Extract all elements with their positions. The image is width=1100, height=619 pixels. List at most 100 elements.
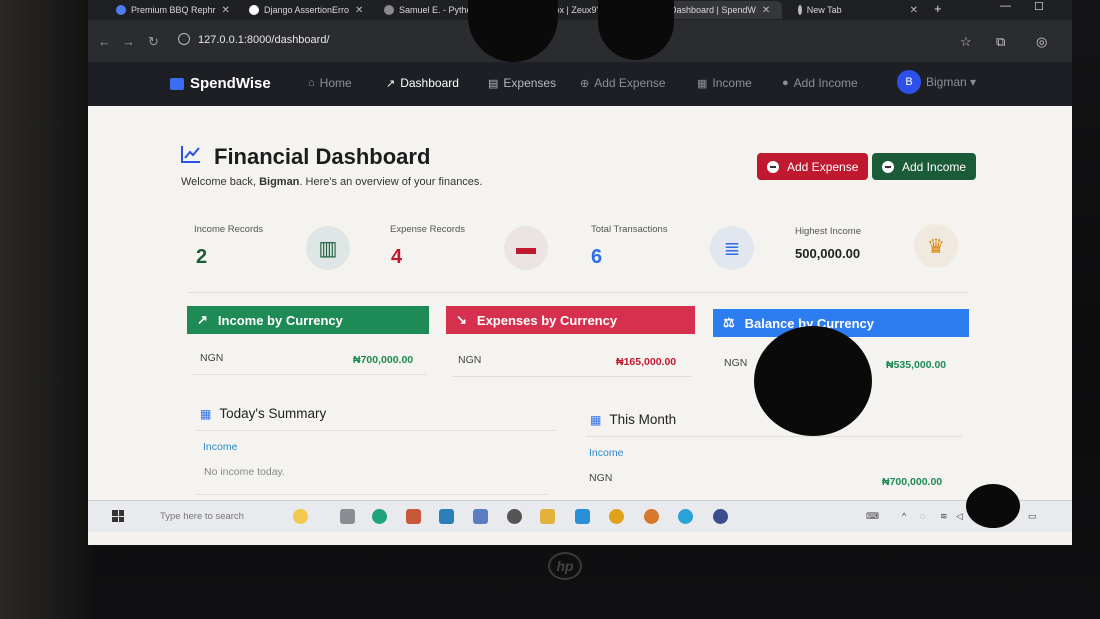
nav-add-expense[interactable]: ⊕ Add Expense xyxy=(580,76,666,90)
store-icon[interactable] xyxy=(439,509,454,524)
powerpoint-icon[interactable] xyxy=(406,509,421,524)
laptop-screen: Premium BBQ Rephr ✕ Django AssertionErro… xyxy=(88,0,1072,545)
divider xyxy=(586,436,962,437)
section-title: Today's Summary xyxy=(219,406,327,421)
plus-circle-icon: ⊕ xyxy=(580,77,590,90)
browser-tab[interactable]: Django AssertionErro ✕ xyxy=(243,1,373,19)
title-text: Financial Dashboard xyxy=(214,144,431,169)
trend-up-icon: ↗ xyxy=(197,312,208,327)
chevron-up-icon[interactable]: ^ xyxy=(902,511,906,521)
hp-logo: hp xyxy=(548,552,582,580)
add-income-label: Add Income xyxy=(902,159,967,174)
star-icon[interactable]: ☆ xyxy=(960,34,972,50)
building-icon: ▦ xyxy=(697,77,708,90)
volume-icon[interactable]: ◁ xyxy=(956,511,963,522)
occluding-blob xyxy=(754,326,872,436)
tab-favicon-icon xyxy=(116,5,126,15)
home-icon: ⌂ xyxy=(308,77,315,89)
welcome-prefix: Welcome back, xyxy=(181,176,256,188)
stat-label: Total Transactions xyxy=(591,224,668,235)
avatar[interactable]: B xyxy=(897,70,921,94)
receipt-icon: ≣ xyxy=(710,226,754,270)
page-title: Financial Dashboard xyxy=(180,144,430,170)
currency-code: NGN xyxy=(589,472,613,484)
currency-amount: ₦700,000.00 xyxy=(353,354,414,366)
panel-title: Expenses by Currency xyxy=(476,312,618,328)
tab-favicon-icon xyxy=(384,5,394,15)
brand-name: SpendWise xyxy=(190,75,271,92)
bezel-edge xyxy=(0,0,92,619)
extensions-icon[interactable]: ⧉ xyxy=(996,34,1005,50)
profile-icon[interactable]: ◎ xyxy=(1036,34,1047,50)
chrome-icon[interactable] xyxy=(609,509,624,524)
notification-icon[interactable]: ▭ xyxy=(1028,511,1037,522)
reload-icon[interactable]: ↻ xyxy=(148,34,159,50)
close-icon[interactable]: ✕ xyxy=(910,5,918,16)
browser-address-bar: ← → ↻ 127.0.0.1:8000/dashboard/ ☆ ⧉ ◎ xyxy=(88,20,1072,62)
copilot-icon[interactable] xyxy=(293,509,308,524)
expenses-by-currency-header: ↘ Expenses by Currency xyxy=(446,306,695,334)
url-field[interactable]: 127.0.0.1:8000/dashboard/ xyxy=(198,34,330,46)
stat-label: Income Records xyxy=(194,224,264,235)
vscode-icon[interactable] xyxy=(575,509,590,524)
network-icon[interactable]: ◌ xyxy=(920,511,925,521)
tab-title: New Tab xyxy=(806,5,842,15)
add-expense-button[interactable]: Add Expense xyxy=(757,153,869,180)
wifi-icon[interactable]: ≋ xyxy=(940,511,948,522)
nav-label: Dashboard xyxy=(400,76,459,90)
nav-home[interactable]: ⌂ Home xyxy=(308,76,352,90)
nav-income[interactable]: ▦ Income xyxy=(697,76,752,90)
close-icon[interactable]: ✕ xyxy=(762,5,770,16)
stat-value: 6 xyxy=(591,246,603,268)
browser-tab-strip: Premium BBQ Rephr ✕ Django AssertionErro… xyxy=(88,0,1072,20)
app-icon[interactable] xyxy=(713,509,728,524)
telegram-icon[interactable] xyxy=(678,509,693,524)
money-bills-icon: ▥ xyxy=(306,226,350,270)
brand[interactable]: SpendWise xyxy=(170,75,271,92)
close-icon[interactable]: ✕ xyxy=(355,5,363,16)
chart-line-icon: ↗ xyxy=(386,77,396,90)
user-menu[interactable]: Bigman ▾ xyxy=(926,75,976,89)
trend-down-icon: ↘ xyxy=(456,312,467,327)
firefox-icon[interactable] xyxy=(644,509,659,524)
add-income-button[interactable]: Add Income xyxy=(872,153,977,180)
file-explorer-icon[interactable] xyxy=(540,509,555,524)
forward-icon[interactable]: → xyxy=(122,34,135,49)
windows-start-icon[interactable] xyxy=(112,510,124,522)
user-plus-icon: ● xyxy=(782,77,789,89)
site-info-icon[interactable] xyxy=(178,33,190,45)
task-view-icon[interactable] xyxy=(340,509,355,524)
keyboard-icon[interactable]: ⌨ xyxy=(866,511,879,522)
tab-favicon-icon xyxy=(249,5,259,15)
nav-dashboard[interactable]: ↗ Dashboard xyxy=(386,76,459,90)
nav-label: Home xyxy=(319,76,352,90)
scale-icon: ⚖ xyxy=(723,315,735,330)
edge-icon[interactable] xyxy=(372,509,387,524)
currency-code: NGN xyxy=(724,357,748,369)
new-tab-icon[interactable]: + xyxy=(934,1,942,16)
income-label: Income xyxy=(589,447,624,459)
browser-tab[interactable]: Premium BBQ Rephr ✕ xyxy=(110,1,240,19)
browser-tab-active[interactable]: Dashboard | SpendW ✕ xyxy=(664,1,782,19)
windows-taskbar: Type here to search ⌨ ^ ◌ ≋ ◁ ▭ xyxy=(88,500,1072,532)
welcome-suffix: . Here's an overview of your finances. xyxy=(299,176,483,188)
app-icon[interactable] xyxy=(473,509,488,524)
media-player-icon[interactable] xyxy=(507,509,522,524)
currency-amount: ₦535,000.00 xyxy=(886,359,947,371)
minimize-icon[interactable]: — xyxy=(1000,0,1011,12)
caret-down-icon: ▾ xyxy=(970,75,977,89)
taskbar-search[interactable]: Type here to search xyxy=(140,507,290,527)
close-icon[interactable]: ✕ xyxy=(222,5,230,16)
nav-expenses[interactable]: ▤ Expenses xyxy=(488,76,556,90)
currency-code: NGN xyxy=(458,354,482,366)
username: Bigman xyxy=(926,75,967,89)
browser-tab[interactable]: New Tab ✕ xyxy=(792,1,918,19)
nav-add-income[interactable]: ● Add Income xyxy=(782,76,858,90)
maximize-icon[interactable]: ☐ xyxy=(1034,0,1044,13)
divider xyxy=(452,376,692,377)
back-icon[interactable]: ← xyxy=(98,34,111,49)
stat-label: Highest Income xyxy=(795,226,862,237)
search-placeholder: Type here to search xyxy=(160,511,244,522)
chart-line-icon xyxy=(180,144,202,170)
tab-title: Premium BBQ Rephr xyxy=(131,5,216,15)
